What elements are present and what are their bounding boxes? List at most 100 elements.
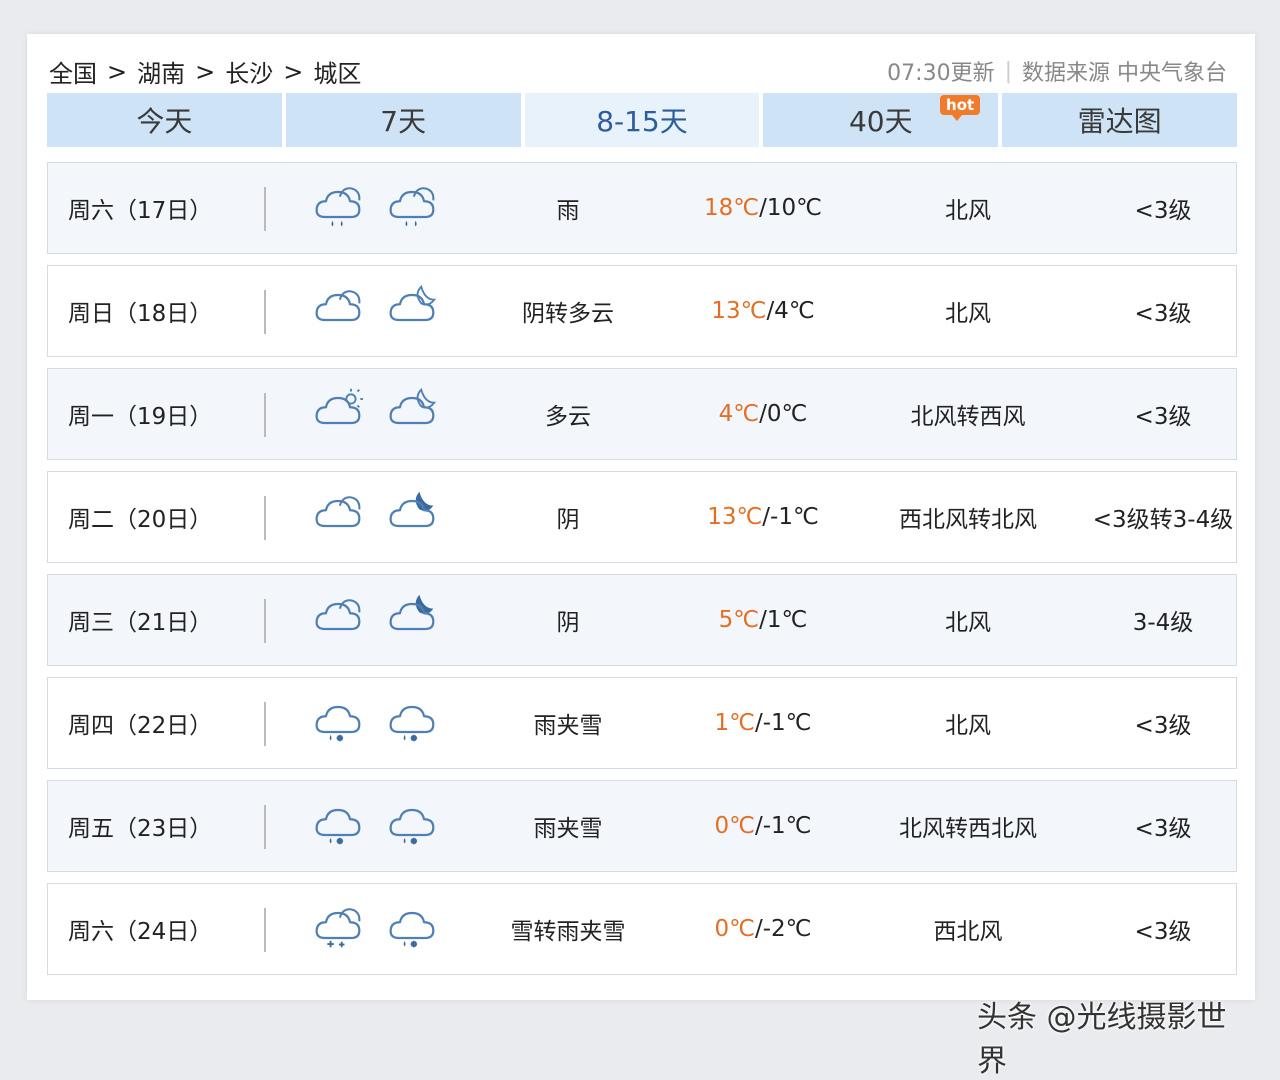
cloudy-night-icon <box>384 386 440 442</box>
breadcrumb: 全国 > 湖南 > 长沙 > 城区 <box>49 54 361 89</box>
cloudy-icon <box>310 283 366 339</box>
weather-desc: 雪转雨夹雪 <box>510 919 626 945</box>
divider: | <box>1004 58 1012 84</box>
day-label: 周二（20日） <box>68 507 213 533</box>
temp-low: /-2℃ <box>754 916 812 942</box>
breadcrumb-country[interactable]: 全国 <box>49 54 97 89</box>
weather-icons <box>310 884 440 974</box>
temperature: 4℃/0℃ <box>678 369 848 459</box>
cloudy-night-icon <box>384 283 440 339</box>
day-label: 周六（17日） <box>68 198 213 224</box>
divider <box>264 908 266 952</box>
overcast-night-icon <box>384 592 440 648</box>
temp-low: /-1℃ <box>754 813 812 839</box>
divider <box>264 496 266 540</box>
temp-high: 18℃ <box>704 195 760 221</box>
rain-cloud-icon <box>310 180 366 236</box>
divider <box>264 805 266 849</box>
tab-40-days[interactable]: 40天 hot <box>763 93 999 147</box>
rain-cloud-icon <box>384 180 440 236</box>
divider <box>264 187 266 231</box>
sleet-icon <box>384 798 440 854</box>
forecast-row: 周五（23日） 雨夹雪 0℃/-1℃ 北风转西北风 <3级 <box>47 780 1237 872</box>
divider <box>264 393 266 437</box>
wind-level: <3级 <box>1134 301 1192 327</box>
weather-desc: 阴 <box>556 507 580 533</box>
data-source: 数据来源 中央气象台 <box>1022 61 1227 86</box>
weather-icons <box>310 472 440 562</box>
temp-low: /4℃ <box>766 298 815 324</box>
weather-desc: 阴 <box>556 610 580 636</box>
tab-today[interactable]: 今天 <box>47 93 282 147</box>
day-label: 周四（22日） <box>68 713 213 739</box>
wind-direction: 西北风 <box>933 919 1003 945</box>
wind-level: <3级 <box>1134 919 1192 945</box>
breadcrumb-province[interactable]: 湖南 <box>137 54 185 89</box>
weather-desc: 雨 <box>556 198 580 224</box>
temp-high: 1℃ <box>714 710 755 736</box>
weather-desc: 阴转多云 <box>522 301 614 327</box>
tab-8-15-days[interactable]: 8-15天 <box>524 93 760 147</box>
wind-level: <3级 <box>1134 404 1192 430</box>
sleet-icon <box>310 695 366 751</box>
weather-desc: 多云 <box>545 404 591 430</box>
cloudy-icon <box>310 489 366 545</box>
wind-level: <3级 <box>1134 816 1192 842</box>
temperature: 18℃/10℃ <box>678 163 848 253</box>
tab-7-days[interactable]: 7天 <box>285 93 521 147</box>
weather-desc: 雨夹雪 <box>533 816 603 842</box>
temp-high: 5℃ <box>718 607 760 633</box>
breadcrumb-separator: > <box>107 57 128 86</box>
forecast-row: 周六（24日） 雪转雨夹雪 0℃/-2℃ 西北风 <3级 <box>47 883 1237 975</box>
day-label: 周六（24日） <box>68 919 213 945</box>
temp-high: 0℃ <box>714 916 755 942</box>
temp-high: 4℃ <box>718 401 760 427</box>
wind-direction: 西北风转北风 <box>899 507 1037 533</box>
wind-level: <3级 <box>1134 198 1192 224</box>
day-label: 周三（21日） <box>68 610 213 636</box>
weather-panel: 全国 > 湖南 > 长沙 > 城区 07:30更新 | 数据来源 中央气象台 今… <box>27 34 1255 1079</box>
weather-desc: 雨夹雪 <box>533 713 603 739</box>
temperature: 1℃/-1℃ <box>678 678 848 768</box>
weather-icons <box>310 575 440 665</box>
divider <box>264 290 266 334</box>
breadcrumb-city[interactable]: 长沙 <box>225 54 273 89</box>
forecast-row: 周六（17日） 雨 18℃/10℃ 北风 <3级 <box>47 162 1237 254</box>
tab-radar[interactable]: 雷达图 <box>1002 93 1237 147</box>
weather-icons <box>310 369 440 459</box>
overcast-night-icon <box>384 489 440 545</box>
forecast-tabs: 今天 7天 8-15天 40天 hot 雷达图 <box>47 93 1237 147</box>
wind-direction: 北风转西风 <box>910 404 1026 430</box>
forecast-row: 周四（22日） 雨夹雪 1℃/-1℃ 北风 <3级 <box>47 677 1237 769</box>
forecast-row: 周日（18日） 阴转多云 13℃/4℃ 北风 <3级 <box>47 265 1237 357</box>
temp-low: /-1℃ <box>762 504 819 530</box>
day-label: 周日（18日） <box>68 301 213 327</box>
wind-direction: 北风 <box>945 610 991 636</box>
wind-level: <3级 <box>1134 713 1192 739</box>
wind-direction: 北风 <box>945 713 991 739</box>
temp-high: 13℃ <box>711 298 767 324</box>
tab-label: 40天 <box>848 105 913 138</box>
divider <box>264 599 266 643</box>
wind-level: <3级转3-4级 <box>1092 507 1234 533</box>
forecast-row: 周二（20日） 阴 13℃/-1℃ 西北风转北风 <3级转3-4级 <box>47 471 1237 563</box>
forecast-row: 周三（21日） 阴 5℃/1℃ 北风 3-4级 <box>47 574 1237 666</box>
breadcrumb-district[interactable]: 城区 <box>313 54 361 89</box>
update-info: 07:30更新 | 数据来源 中央气象台 <box>887 55 1227 87</box>
temperature: 0℃/-2℃ <box>678 884 848 974</box>
temp-high: 13℃ <box>707 504 763 530</box>
sleet-icon <box>384 695 440 751</box>
wind-direction: 北风 <box>945 301 991 327</box>
wind-level: 3-4级 <box>1132 610 1194 636</box>
forecast-list: 周六（17日） 雨 18℃/10℃ 北风 <3级 周日（18日） 阴转多云 13… <box>47 162 1237 986</box>
hot-badge: hot <box>940 95 981 121</box>
snow-icon <box>310 901 366 957</box>
breadcrumb-separator: > <box>283 57 304 86</box>
day-label: 周一（19日） <box>68 404 213 430</box>
weather-icons <box>310 266 440 356</box>
weather-icons <box>310 678 440 768</box>
sleet-icon <box>384 901 440 957</box>
temp-high: 0℃ <box>714 813 755 839</box>
divider <box>264 702 266 746</box>
breadcrumb-separator: > <box>195 57 216 86</box>
